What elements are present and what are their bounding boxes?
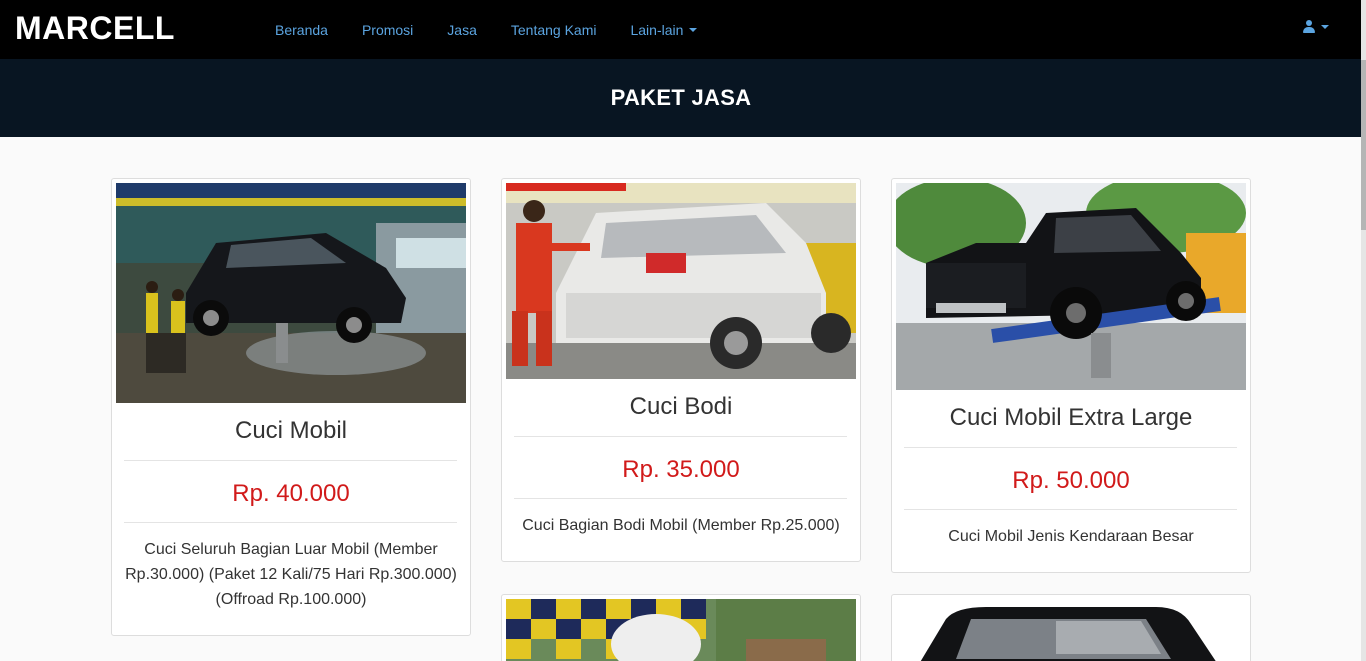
- package-card[interactable]: [891, 594, 1251, 661]
- divider: [514, 436, 847, 437]
- package-title: Cuci Mobil: [234, 417, 348, 444]
- main-nav: Beranda Promosi Jasa Tentang Kami Lain-l…: [275, 0, 731, 59]
- divider: [904, 447, 1237, 448]
- package-title: Cuci Mobil Extra Large: [949, 404, 1193, 431]
- package-card-cuci-mobil-extra-large[interactable]: Cuci Mobil Extra Large Rp. 50.000 Cuci M…: [891, 178, 1251, 573]
- nav-tentang-kami[interactable]: Tentang Kami: [511, 22, 597, 38]
- divider: [124, 522, 457, 523]
- package-image: [896, 183, 1246, 390]
- user-icon: [1303, 20, 1315, 34]
- caret-down-icon: [1321, 25, 1329, 29]
- nav-beranda[interactable]: Beranda: [275, 22, 328, 38]
- package-image: [506, 183, 856, 379]
- package-card-cuci-mobil[interactable]: Cuci Mobil Rp. 40.000 Cuci Seluruh Bagia…: [111, 178, 471, 636]
- page-header-band: PAKET JASA: [0, 59, 1366, 137]
- package-title: Cuci Bodi: [629, 393, 733, 420]
- scrollbar-thumb[interactable]: [1361, 60, 1366, 230]
- package-price: Rp. 50.000: [1012, 467, 1130, 494]
- user-menu-button[interactable]: [1303, 20, 1329, 34]
- divider: [124, 460, 457, 461]
- package-image: [896, 599, 1246, 661]
- caret-down-icon: [689, 27, 698, 32]
- package-description: Cuci Bagian Bodi Mobil (Member Rp.25.000…: [522, 517, 840, 534]
- navbar: MARCELL Beranda Promosi Jasa Tentang Kam…: [0, 0, 1366, 59]
- brand-logo[interactable]: MARCELL: [15, 10, 175, 47]
- nav-jasa[interactable]: Jasa: [447, 22, 477, 38]
- package-price: Rp. 35.000: [622, 456, 740, 483]
- package-image: [116, 183, 466, 403]
- divider: [904, 509, 1237, 510]
- package-image: [506, 599, 856, 661]
- nav-lain-lain-dropdown[interactable]: Lain-lain: [630, 21, 698, 38]
- nav-promosi[interactable]: Promosi: [362, 22, 413, 38]
- package-description: Cuci Seluruh Bagian Luar Mobil (Member R…: [125, 541, 457, 608]
- package-card[interactable]: [501, 594, 861, 661]
- package-price: Rp. 40.000: [232, 480, 350, 507]
- package-card-cuci-bodi[interactable]: Cuci Bodi Rp. 35.000 Cuci Bagian Bodi Mo…: [501, 178, 861, 562]
- package-description: Cuci Mobil Jenis Kendaraan Besar: [948, 528, 1194, 545]
- page-scrollbar[interactable]: [1361, 0, 1366, 661]
- nav-lain-lain-label: Lain-lain: [630, 21, 684, 38]
- divider: [514, 498, 847, 499]
- page-title: PAKET JASA: [610, 85, 752, 110]
